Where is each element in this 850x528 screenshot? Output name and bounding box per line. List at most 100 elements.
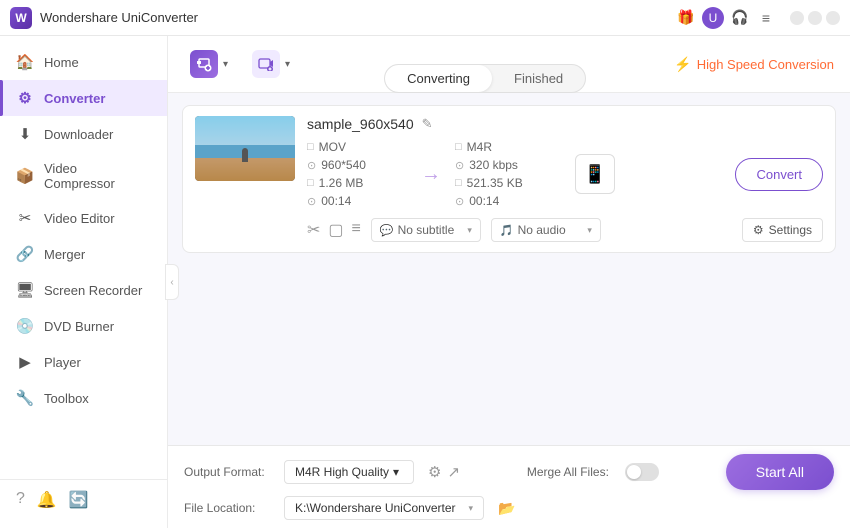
format-settings-icon[interactable]: ⚙: [428, 463, 441, 481]
sidebar-label-downloader: Downloader: [44, 127, 113, 142]
settings-button[interactable]: ⚙ Settings: [742, 218, 823, 242]
user-avatar[interactable]: U: [702, 7, 724, 29]
downloader-icon: ⬇: [16, 125, 34, 143]
sidebar-item-merger[interactable]: 🔗 Merger: [0, 236, 167, 272]
output-format-label: Output Format:: [184, 465, 274, 479]
content-area: ▾ ▾ Converting Finished: [168, 36, 850, 528]
source-resolution: ⊙ 960*540: [307, 158, 407, 172]
window-controls: [790, 11, 840, 25]
menu-icon[interactable]: ≡: [756, 8, 776, 28]
out-format-icon: □: [455, 141, 462, 153]
sidebar-collapse-handle[interactable]: ‹: [165, 264, 179, 300]
output-size: □ 521.35 KB: [455, 176, 565, 190]
headset-icon[interactable]: 🎧: [730, 8, 750, 28]
sidebar-item-video-compressor[interactable]: 📦 Video Compressor: [0, 152, 167, 200]
sidebar-label-home: Home: [44, 55, 79, 70]
output-duration: ⊙ 00:14: [455, 194, 565, 208]
converter-icon: ⚙: [16, 89, 34, 107]
arrow-col: →: [407, 163, 455, 186]
sidebar-item-downloader[interactable]: ⬇ Downloader: [0, 116, 167, 152]
file-location-label: File Location:: [184, 501, 274, 515]
merge-toggle[interactable]: [625, 463, 659, 481]
add-file-button[interactable]: ▾: [184, 46, 234, 82]
file-card: sample_960x540 ✎ □ MOV ⊙ 960*5: [182, 105, 836, 253]
add-screen-button[interactable]: ▾: [246, 46, 296, 82]
audio-select[interactable]: 🎵 No audio ▾: [491, 218, 601, 242]
maximize-button[interactable]: [808, 11, 822, 25]
crop-icon[interactable]: ▢: [328, 220, 343, 240]
toolbar: ▾ ▾ Converting Finished: [168, 36, 850, 93]
convert-button-col: Convert: [735, 158, 823, 191]
thumb-figure: [242, 148, 248, 162]
sidebar: 🏠 Home ⚙ Converter ⬇ Downloader 📦 Video …: [0, 36, 168, 528]
high-speed-button[interactable]: ⚡ High Speed Conversion: [674, 56, 834, 73]
device-symbol: 📱: [584, 164, 606, 185]
output-bitrate: ⊙ 320 kbps: [455, 158, 565, 172]
out-size-icon: □: [455, 177, 462, 189]
sidebar-bottom: ? 🔔 🔄: [0, 479, 167, 520]
file-name-row: sample_960x540 ✎: [307, 116, 823, 132]
add-chevron-icon: ▾: [223, 59, 228, 70]
format-select-chevron-icon: ▾: [393, 465, 399, 479]
device-icon-col: 📱: [565, 154, 625, 194]
main-layout: 🏠 Home ⚙ Converter ⬇ Downloader 📦 Video …: [0, 36, 850, 528]
sidebar-item-player[interactable]: ▶ Player: [0, 344, 167, 380]
output-format-select[interactable]: M4R High Quality ▾: [284, 460, 414, 484]
file-name: sample_960x540: [307, 116, 414, 132]
sidebar-label-merger: Merger: [44, 247, 85, 262]
source-duration: ⊙ 00:14: [307, 194, 407, 208]
sidebar-label-editor: Video Editor: [44, 211, 115, 226]
start-all-button[interactable]: Start All: [726, 454, 834, 490]
title-bar: W Wondershare UniConverter 🎁 U 🎧 ≡: [0, 0, 850, 36]
file-location-input[interactable]: K:\Wondershare UniConverter ▾: [284, 496, 484, 520]
out-bitrate-icon: ⊙: [455, 159, 464, 172]
sidebar-label-recorder: Screen Recorder: [44, 283, 142, 298]
folder-open-icon[interactable]: 📂: [498, 500, 515, 517]
home-icon: 🏠: [16, 53, 34, 71]
sidebar-item-home[interactable]: 🏠 Home: [0, 44, 167, 80]
toolbox-icon: 🔧: [16, 389, 34, 407]
bottom-bar: Output Format: M4R High Quality ▾ ⚙ ↗ Me…: [168, 445, 850, 528]
source-size: □ 1.26 MB: [307, 176, 407, 190]
sidebar-item-toolbox[interactable]: 🔧 Toolbox: [0, 380, 167, 416]
close-button[interactable]: [826, 11, 840, 25]
tab-converting[interactable]: Converting: [385, 65, 492, 92]
file-info: sample_960x540 ✎ □ MOV ⊙ 960*5: [307, 116, 823, 242]
compressor-icon: 📦: [16, 167, 34, 185]
subtitle-select[interactable]: 💬 No subtitle ▾: [371, 218, 481, 242]
sidebar-item-dvd-burner[interactable]: 💿 DVD Burner: [0, 308, 167, 344]
thumb-sand: [195, 158, 295, 181]
edit-filename-icon[interactable]: ✎: [422, 116, 433, 132]
editor-icon: ✂: [16, 209, 34, 227]
convert-button[interactable]: Convert: [735, 158, 823, 191]
conversion-tabs: Converting Finished: [384, 64, 586, 93]
file-thumbnail: [195, 116, 295, 181]
output-format: □ M4R: [455, 140, 565, 154]
file-meta-row: □ MOV ⊙ 960*540 □ 1.26 MB: [307, 140, 823, 208]
audio-chevron-icon: ▾: [587, 225, 592, 236]
arrow-right-icon: →: [421, 163, 441, 186]
sidebar-item-video-editor[interactable]: ✂ Video Editor: [0, 200, 167, 236]
merger-icon: 🔗: [16, 245, 34, 263]
help-icon[interactable]: ?: [16, 490, 25, 510]
toggle-knob: [627, 465, 641, 479]
sidebar-label-compressor: Video Compressor: [44, 161, 151, 191]
sync-icon[interactable]: 🔄: [69, 490, 89, 510]
cut-icon[interactable]: ✂: [307, 220, 320, 240]
format-share-icon[interactable]: ↗: [447, 463, 460, 481]
cam-chevron-icon: ▾: [285, 59, 290, 70]
minimize-button[interactable]: [790, 11, 804, 25]
tab-finished[interactable]: Finished: [492, 65, 585, 92]
notification-icon[interactable]: 🔔: [37, 490, 57, 510]
titlebar-icons: 🎁 U 🎧 ≡: [676, 7, 840, 29]
subtitle-icon: 💬: [380, 224, 394, 237]
sidebar-label-toolbox: Toolbox: [44, 391, 89, 406]
subtitle-label: No subtitle: [398, 223, 455, 237]
audio-label: No audio: [518, 223, 566, 237]
bolt-icon: ⚡: [674, 56, 691, 73]
effects-icon[interactable]: ≡: [352, 220, 361, 240]
merge-label: Merge All Files:: [527, 465, 609, 479]
sidebar-item-screen-recorder[interactable]: 🖥 Screen Recorder: [0, 272, 167, 308]
sidebar-item-converter[interactable]: ⚙ Converter: [0, 80, 167, 116]
gift-icon[interactable]: 🎁: [676, 8, 696, 28]
